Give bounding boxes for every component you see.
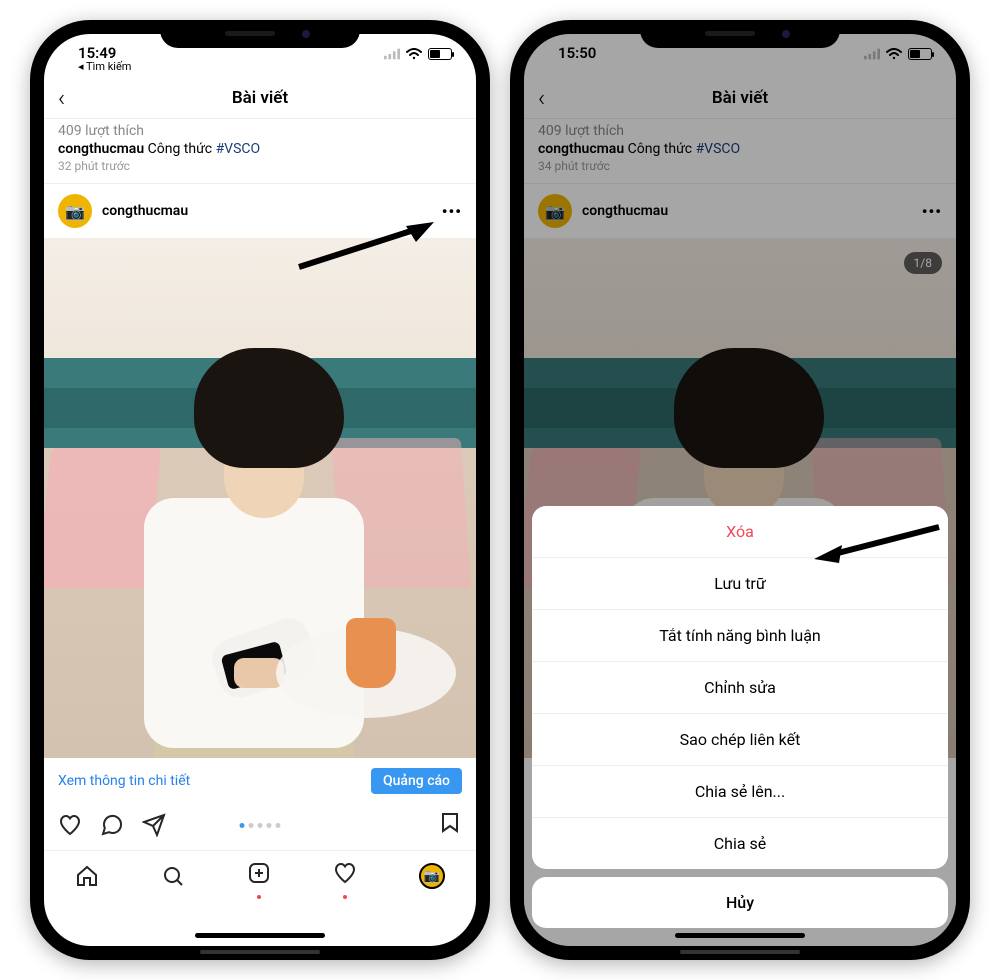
like-icon[interactable] — [58, 813, 82, 837]
avatar[interactable]: 📷 — [58, 194, 92, 228]
notch — [160, 20, 360, 48]
screen-left: 15:49 Tìm kiếm ‹ Bài viết 409 lượt thích… — [44, 34, 476, 946]
page-header: ‹ Bài viết — [44, 78, 476, 119]
status-icons — [384, 44, 452, 60]
sheet-item-copy-link[interactable]: Sao chép liên kết — [532, 714, 948, 766]
signal-icon — [384, 48, 400, 60]
back-chevron-icon[interactable]: ‹ — [58, 84, 65, 112]
home-indicator[interactable] — [675, 933, 805, 938]
post-image[interactable] — [44, 238, 476, 758]
screen-right: 15:50 ‹ Bài viết 409 lượt thích congthuc… — [524, 34, 956, 946]
wifi-icon — [406, 48, 422, 60]
sheet-item-share[interactable]: Chia sẻ — [532, 818, 948, 869]
promote-button[interactable]: Quảng cáo — [371, 768, 462, 794]
search-tab-icon[interactable] — [161, 864, 185, 888]
notch — [640, 20, 840, 48]
action-sheet-overlay[interactable]: Xóa Lưu trữ Tắt tính năng bình luận Chỉn… — [524, 34, 956, 946]
sheet-item-edit[interactable]: Chỉnh sửa — [532, 662, 948, 714]
post-username[interactable]: congthucmau — [102, 203, 188, 219]
post-actions — [44, 804, 476, 850]
view-insights-link[interactable]: Xem thông tin chi tiết — [58, 773, 190, 789]
sheet-item-disable-comments[interactable]: Tắt tính năng bình luận — [532, 610, 948, 662]
action-sheet: Xóa Lưu trữ Tắt tính năng bình luận Chỉn… — [532, 506, 948, 869]
prev-caption: congthucmau Công thức #VSCO — [58, 141, 462, 157]
prev-hashtag[interactable]: #VSCO — [216, 141, 261, 157]
plus-square-icon — [247, 861, 271, 885]
post-header: 📷 congthucmau ••• — [44, 184, 476, 238]
phone-left: 15:49 Tìm kiếm ‹ Bài viết 409 lượt thích… — [30, 20, 490, 960]
heart-tab-icon — [333, 861, 357, 885]
sheet-cancel-button[interactable]: Hủy — [532, 877, 948, 928]
prev-likes: 409 lượt thích — [58, 123, 462, 139]
phone-right: 15:50 ‹ Bài viết 409 lượt thích congthuc… — [510, 20, 970, 960]
battery-icon — [428, 48, 452, 60]
profile-tab[interactable]: 📷 — [419, 863, 445, 889]
back-to-search[interactable]: Tìm kiếm — [78, 60, 131, 73]
sheet-item-share-to[interactable]: Chia sẻ lên... — [532, 766, 948, 818]
share-icon[interactable] — [142, 813, 166, 837]
comment-icon[interactable] — [100, 813, 124, 837]
tab-bar: 📷 — [44, 850, 476, 907]
home-indicator[interactable] — [195, 933, 325, 938]
new-post-tab[interactable] — [247, 861, 271, 891]
notification-dot — [257, 895, 261, 899]
sheet-item-archive[interactable]: Lưu trữ — [532, 558, 948, 610]
insights-bar: Xem thông tin chi tiết Quảng cáo — [44, 758, 476, 804]
carousel-pager — [240, 823, 281, 828]
activity-tab[interactable] — [333, 861, 357, 891]
previous-post-snippet: 409 lượt thích congthucmau Công thức #VS… — [44, 119, 476, 184]
prev-caption-text: Công thức — [148, 141, 212, 157]
sheet-item-delete[interactable]: Xóa — [532, 506, 948, 558]
prev-time: 32 phút trước — [58, 159, 462, 173]
page-title: Bài viết — [232, 88, 288, 108]
prev-username[interactable]: congthucmau — [58, 141, 144, 157]
more-options-icon[interactable]: ••• — [442, 202, 462, 221]
notification-dot — [343, 895, 347, 899]
bookmark-icon[interactable] — [438, 810, 462, 834]
home-tab-icon[interactable] — [75, 864, 99, 888]
